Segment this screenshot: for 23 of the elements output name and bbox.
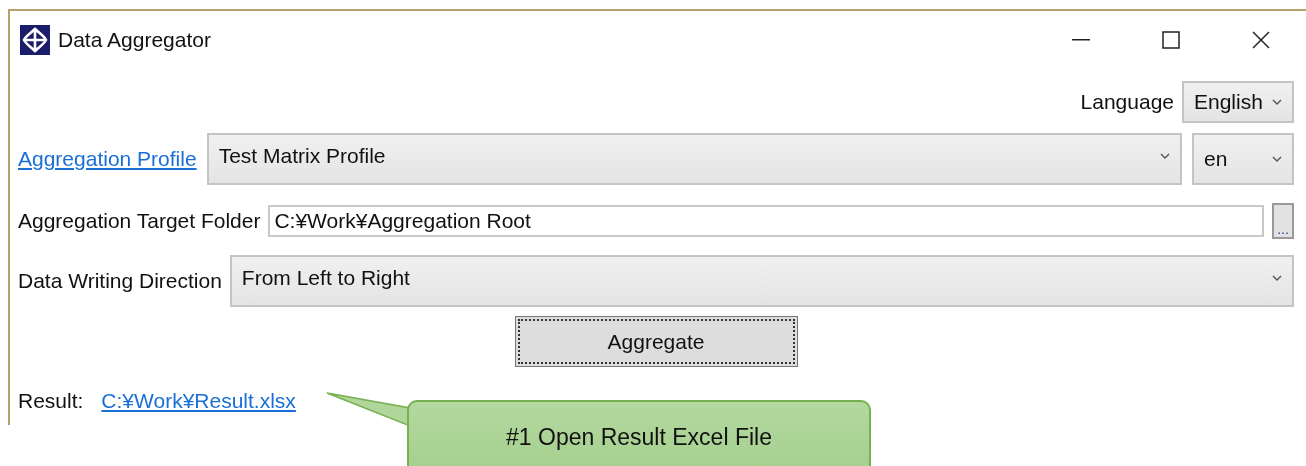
target-folder-label: Aggregation Target Folder [18,209,261,233]
profile-link[interactable]: Aggregation Profile [18,147,197,171]
chevron-icon [1272,274,1282,282]
chevron-icon [1272,155,1282,163]
aggregate-button[interactable]: Aggregate [514,316,798,367]
window-title: Data Aggregator [58,28,211,52]
target-folder-field[interactable]: C:¥Work¥Aggregation Root [268,205,1264,237]
browse-button[interactable]: ... [1272,203,1294,239]
maximize-icon [1162,31,1180,49]
language-label: Language [1080,90,1174,114]
direction-dropdown[interactable]: From Left to Right [229,255,1294,307]
language-dropdown[interactable]: English [1182,81,1294,123]
callout: #1 Open Result Excel File [407,400,871,466]
chevron-icon [1272,98,1282,106]
result-link[interactable]: C:¥Work¥Result.xlsx [101,389,296,413]
chevron-icon [1160,152,1170,160]
close-icon [1252,31,1270,49]
minimize-icon [1072,39,1090,41]
profile-dropdown[interactable]: Test Matrix Profile [206,133,1182,185]
result-label: Result: [18,389,84,413]
direction-label: Data Writing Direction [18,269,222,293]
locale-dropdown[interactable]: en [1192,133,1294,185]
app-icon [20,25,50,55]
